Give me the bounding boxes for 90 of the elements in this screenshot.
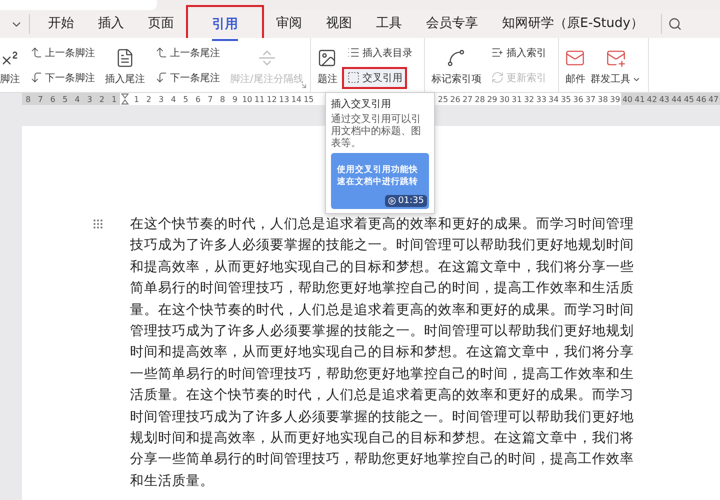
ruler-number: 5 [182,94,190,104]
ruler-number: 35 [560,94,572,104]
menu-tab[interactable]: 视图 [326,8,352,40]
ruler-number: 46 [695,94,708,104]
menu-tab[interactable]: 开始 [48,8,74,40]
ruler-number: 1 [132,94,140,104]
ruler-number: 36 [572,94,584,104]
menu-tab[interactable]: 知网研学（原E-Study） [502,8,644,40]
mail-icon [565,48,586,68]
ruler-number: 8 [24,94,32,104]
corner-down-arrow-icon [30,71,43,84]
image-icon [317,48,338,68]
ruler-number: 27 [461,94,474,104]
ribbon-button[interactable]: 插入表目录 [342,42,418,64]
curve-icon [446,48,466,68]
ruler-number: 7 [36,94,44,104]
refresh-icon [491,71,504,84]
ruler-number: 6 [194,94,202,104]
ruler-number: 9 [231,94,238,104]
ruler-number: 47 [707,94,720,104]
body-paragraph: 在这个快节奏的时代，人们总是追求着更高的效率和更好的成果。而学习时间管理技巧成为了许多人必须要掌握的技能之一。时间管理可以帮助我们更好地规划时间和提高效率，从而更好地实现自己的目标和梦想。在这篇文章中，我们将分享一些简单易行的时间管理技巧，帮助您更好地掌控自己的时间，提高工作效率和生活质量。在这个快节奏的时代，人们总是追求着更高的效率和更好的成果。而学习时间管理技巧成为了许多人必须要掌握的技能之一。时间管理可以帮助我们更好地规划时间和提高效率，从而更好地实现自己的目标和梦想。在这篇文章中，我们将分享一些简单易行的时间管理技巧，帮助您更好地掌控自己的时间，提高工作效率和生活质量。在这个快节奏的时代，人们总是追求着更高的效率和更好的成果。而学习时间管理技巧成为了许多人必须要掌握的技能之一。时间管理可以帮助我们更好地规划时间和提高效率，从而更好地实现自己的目标和梦想。在这篇文章中，我们将分享一些简单易行的时间管理技巧，帮助您更好地掌控自己的时间，提高工作效率和生活质量。 [130,215,634,491]
ruler-number: 3 [86,94,94,104]
ribbon-button[interactable]: 下一条脚注 [25,66,100,88]
ruler-number: 2 [98,94,106,104]
corner-down-arrow-icon [155,71,168,84]
ruler-number: 15 [302,94,315,104]
ruler-number: 1 [110,94,118,104]
corner-up-arrow-icon [155,46,168,59]
video-thumbnail[interactable]: 使用交叉引用功能快速在文档中进行跳转 01:35 [331,153,429,209]
ribbon-button[interactable]: 交叉引用 [342,66,408,88]
ruler-number: 7 [206,94,214,104]
ruler-number: 37 [584,94,597,104]
ruler-number: 4 [74,94,81,104]
ruler-number: 11 [253,94,266,104]
play-icon [388,197,396,205]
ruler-number: 6 [49,94,56,104]
search-icon[interactable] [668,17,682,31]
ribbon-button[interactable]: 脚注 [0,44,20,86]
ruler-number: 45 [682,94,695,104]
ribbon-button[interactable]: 上一条尾注 [150,42,225,64]
launcher-icon[interactable] [300,82,308,90]
ruler-number: 30 [498,94,511,104]
ruler-number: 43 [658,94,670,104]
ruler-number: 26 [449,94,462,104]
ruler-number: 44 [670,94,683,104]
ruler-number: 14 [290,94,302,104]
ruler-number: 39 [609,94,622,104]
ruler-number: 3 [158,94,165,104]
corner-up-arrow-icon [30,46,43,59]
ruler-number: 31 [510,94,523,104]
tooltip-description: 通过交叉引用可以引用文档中的标题、图表等。 [331,114,422,150]
ruler-number: 2 [145,94,152,104]
separator-icon [256,48,277,68]
ribbon-button[interactable]: 标记索引项 [431,44,482,86]
ruler-number: 13 [278,94,290,104]
video-duration: 01:35 [385,195,427,207]
ribbon-button[interactable]: 题注 [317,44,338,86]
ruler-number: 38 [596,94,609,104]
ribbon-button[interactable]: 群发工具 [590,44,642,86]
menu-tab[interactable]: 工具 [376,8,402,40]
ruler-number: 10 [241,94,254,104]
ruler-number: 32 [522,94,536,104]
ruler-number: 40 [621,94,634,104]
ruler-number: 4 [170,94,177,104]
video-caption: 使用交叉引用功能快速在文档中进行跳转 [337,164,419,188]
ribbon-button[interactable]: 插入索引 [486,42,552,64]
tooltip-title: 插入交叉引用 [331,98,392,111]
menu-tab[interactable]: 页面 [148,8,174,40]
ribbon-button[interactable]: 下一条尾注 [150,66,225,88]
ruler-number: 5 [61,94,69,104]
dashed-square-icon [347,71,360,84]
ribbon-button[interactable]: 插入尾注 [105,44,145,86]
ruler-number: 33 [535,94,548,104]
drag-handle-icon[interactable] [92,218,104,230]
ruler-number: 42 [646,94,658,104]
menu-tab[interactable]: 插入 [98,8,124,40]
ruler-number: 29 [486,94,498,104]
ruler-number: 28 [474,94,486,104]
document-icon [115,48,135,68]
ruler-number: 25 [436,94,450,104]
ribbon-button[interactable]: 上一条脚注 [25,42,100,64]
mail-plus-icon [606,48,626,68]
ruler-number: 12 [266,94,278,104]
ribbon-button[interactable]: 邮件 [565,44,586,86]
ruler-number: 41 [634,94,646,104]
menu-tab[interactable]: 审阅 [276,8,302,40]
menu-tab[interactable]: 会员专享 [426,8,478,40]
list-plus-icon [491,46,504,59]
ruler-number: 8 [219,94,226,104]
ruler-number: 34 [548,94,560,104]
